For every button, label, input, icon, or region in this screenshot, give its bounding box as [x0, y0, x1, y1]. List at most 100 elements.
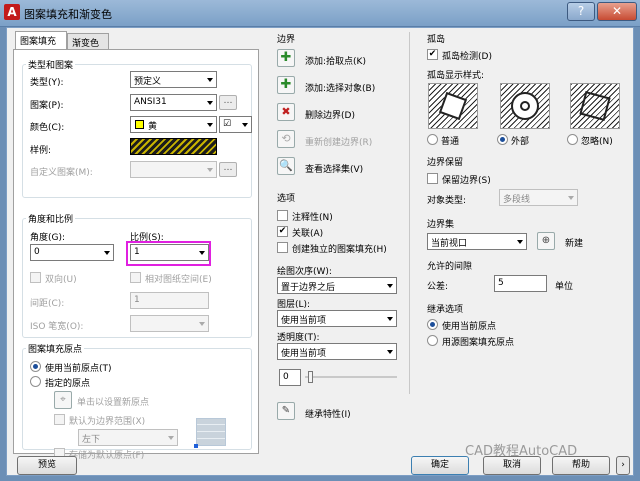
- object-type-dropdown[interactable]: 多段线: [499, 189, 578, 206]
- tab-gradient[interactable]: 渐变色: [67, 33, 109, 50]
- origin-position-dropdown[interactable]: 左下: [78, 429, 178, 446]
- pattern-dropdown[interactable]: ANSI31: [130, 94, 217, 111]
- custom-pattern-dropdown[interactable]: [130, 161, 217, 178]
- color-value: 黄: [148, 122, 158, 132]
- type-value: 预定义: [134, 77, 162, 87]
- color-label: 颜色(C):: [30, 123, 65, 133]
- inherit-current-origin-radio[interactable]: [427, 319, 438, 330]
- click-origin-icon[interactable]: ⌖: [54, 391, 72, 409]
- gap-header: 允许的间隙: [427, 262, 473, 272]
- click-origin-label: 单击以设置新原点: [77, 398, 150, 408]
- chevron-down-icon: [517, 240, 523, 244]
- type-dropdown[interactable]: 预定义: [130, 71, 217, 88]
- color-swatch-icon: [135, 120, 144, 129]
- layer-dropdown[interactable]: 使用当前项: [277, 310, 397, 327]
- add-pick-point-button[interactable]: 添加:拾取点(K): [305, 54, 366, 67]
- annotative-checkbox[interactable]: [277, 210, 288, 221]
- inherit-properties-icon[interactable]: ✎: [277, 402, 295, 420]
- specified-origin-label: 指定的原点: [45, 379, 91, 389]
- help-question-icon[interactable]: ?: [567, 2, 595, 21]
- island-normal-preview[interactable]: [428, 83, 478, 129]
- remove-boundaries-icon[interactable]: ✖: [277, 103, 295, 121]
- remove-boundaries-button[interactable]: 删除边界(D): [305, 108, 355, 121]
- island-outer-preview[interactable]: [500, 83, 550, 129]
- chevron-down-icon: [387, 284, 393, 288]
- island-ignore-radio[interactable]: [567, 134, 578, 145]
- ok-button[interactable]: 确定: [411, 456, 469, 475]
- boundary-set-dropdown[interactable]: 当前视口: [427, 233, 527, 250]
- current-origin-radio[interactable]: [30, 361, 41, 372]
- view-selections-button[interactable]: 查看选择集(V): [305, 162, 363, 175]
- add-pick-point-icon[interactable]: ✚: [277, 49, 295, 67]
- inner-circle-icon: [520, 101, 530, 111]
- retain-boundaries-checkbox[interactable]: [427, 173, 438, 184]
- origin-header: 图案填充原点: [26, 342, 85, 355]
- angle-value: 0: [34, 247, 40, 257]
- transparency-slider-thumb[interactable]: [308, 371, 313, 383]
- swatch-label: 样例:: [30, 146, 52, 156]
- add-select-objects-button[interactable]: 添加:选择对象(B): [305, 81, 375, 94]
- chevron-down-icon: [104, 251, 110, 255]
- iso-pen-dropdown[interactable]: [130, 315, 209, 332]
- close-icon[interactable]: ✕: [597, 2, 637, 21]
- layer-label: 图层(L):: [277, 300, 311, 310]
- island-style-label: 孤岛显示样式:: [427, 71, 485, 81]
- recreate-boundary-button[interactable]: 重新创建边界(R): [305, 135, 372, 148]
- draw-order-dropdown[interactable]: 置于边界之后: [277, 277, 397, 294]
- transparency-slider-track: [305, 376, 397, 378]
- relative-paper-checkbox[interactable]: [130, 272, 141, 283]
- double-checkbox[interactable]: [30, 272, 41, 283]
- relative-paper-label: 相对图纸空间(E): [145, 275, 212, 285]
- tolerance-input[interactable]: 5: [494, 275, 547, 292]
- island-detection-label: 孤岛检测(D): [442, 52, 492, 62]
- cancel-button[interactable]: 取消: [483, 456, 541, 475]
- help-button[interactable]: 帮助: [552, 456, 610, 475]
- separate-hatches-checkbox[interactable]: [277, 242, 288, 253]
- inherit-current-origin-label: 使用当前原点: [442, 322, 497, 332]
- new-boundary-set-icon[interactable]: ⊕: [537, 232, 555, 250]
- custom-browse-button[interactable]: …: [219, 162, 237, 177]
- chevron-down-icon: [207, 101, 213, 105]
- background-color-dropdown[interactable]: ☑: [219, 116, 252, 133]
- chevron-down-icon: [207, 168, 213, 172]
- column-divider: [409, 32, 410, 394]
- scale-dropdown[interactable]: 1: [130, 244, 209, 261]
- tab-hatch[interactable]: 图案填充: [15, 31, 67, 51]
- title-bar: A 图案填充和渐变色 ? ✕: [0, 0, 640, 27]
- autocad-logo-icon: A: [4, 4, 20, 20]
- associative-label: 关联(A): [292, 229, 324, 239]
- custom-pattern-label: 自定义图案(M):: [30, 168, 93, 178]
- recreate-boundary-icon[interactable]: ⟲: [277, 130, 295, 148]
- island-normal-radio[interactable]: [427, 134, 438, 145]
- brick-preview-icon: [196, 418, 226, 446]
- inherit-options-header: 继承选项: [427, 305, 464, 315]
- magnifier-icon[interactable]: 🔍: [277, 157, 295, 175]
- specified-origin-radio[interactable]: [30, 376, 41, 387]
- chevron-down-icon: [242, 123, 248, 127]
- transparency-number-input[interactable]: 0: [279, 369, 301, 386]
- expand-arrow-icon[interactable]: ›: [616, 456, 630, 475]
- default-extents-checkbox[interactable]: [54, 414, 65, 425]
- island-detection-checkbox[interactable]: ✔: [427, 49, 438, 60]
- island-outer-radio[interactable]: [497, 134, 508, 145]
- associative-checkbox[interactable]: ✔: [277, 226, 288, 237]
- pattern-swatch[interactable]: [130, 138, 217, 155]
- origin-marker-icon: [194, 444, 198, 448]
- background-color-value: ☑: [223, 119, 232, 129]
- dialog-body: 图案填充 渐变色 类型和图案 类型(Y): 预定义 图案(P): ANSI31 …: [6, 27, 634, 476]
- island-ignore-preview[interactable]: [570, 83, 620, 129]
- type-label: 类型(Y):: [30, 78, 64, 88]
- transparency-dropdown[interactable]: 使用当前项: [277, 343, 397, 360]
- angle-dropdown[interactable]: 0: [30, 244, 114, 261]
- inherit-source-origin-radio[interactable]: [427, 335, 438, 346]
- spacing-input[interactable]: 1: [130, 292, 209, 309]
- inherit-properties-button[interactable]: 继承特性(I): [305, 407, 351, 420]
- window-title: 图案填充和渐变色: [24, 8, 112, 21]
- options-header: 选项: [277, 194, 296, 204]
- pattern-browse-button[interactable]: …: [219, 95, 237, 110]
- add-select-objects-icon[interactable]: ✚: [277, 76, 295, 94]
- color-dropdown[interactable]: 黄: [130, 116, 217, 133]
- new-boundary-set-button[interactable]: 新建: [565, 236, 583, 249]
- preview-button[interactable]: 预览: [17, 456, 77, 475]
- transparency-label: 透明度(T):: [277, 333, 320, 343]
